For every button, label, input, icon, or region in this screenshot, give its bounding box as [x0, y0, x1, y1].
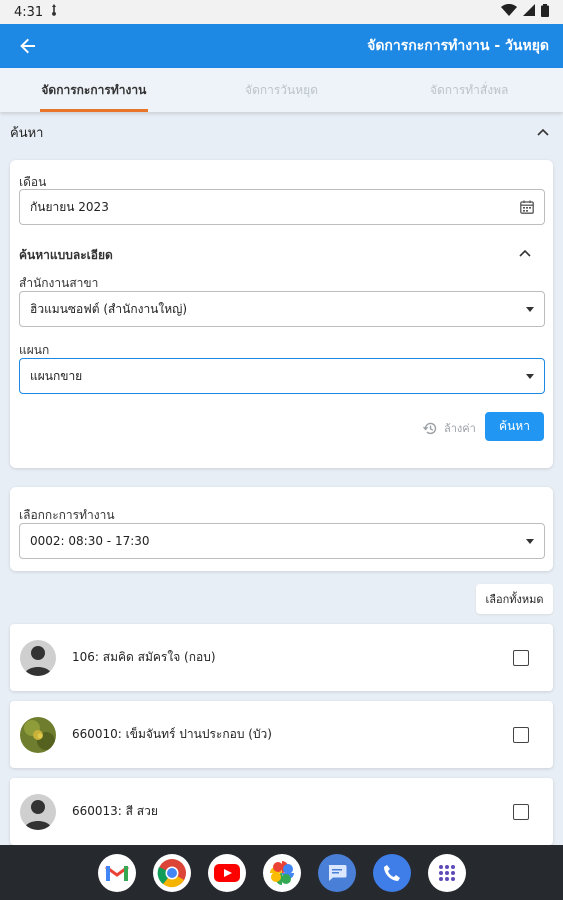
dropdown-arrow-icon — [526, 306, 534, 312]
back-button[interactable] — [16, 34, 40, 58]
branch-value: ฮิวแมนซอฟต์ (สำนักงานใหญ่) — [30, 301, 188, 316]
status-bar: 4:31 — [0, 0, 563, 24]
messages-icon[interactable] — [317, 853, 356, 892]
employee-row[interactable]: 106: สมคิด สมัครใจ (กอบ) — [10, 624, 553, 691]
select-all-button[interactable]: เลือกทั้งหมด — [476, 584, 553, 614]
youtube-icon[interactable] — [207, 853, 246, 892]
dropdown-arrow-icon — [526, 373, 534, 379]
search-button[interactable]: ค้นหา — [485, 412, 544, 441]
shift-select[interactable]: 0002: 08:30 - 17:30 — [19, 523, 545, 559]
tab-order-management[interactable]: จัดการทำสั่งพล — [375, 68, 563, 112]
reset-label: ล้างค่า — [444, 422, 476, 435]
employee-row[interactable]: 660010: เข็มจันทร์ ปานประกอบ (บัว) — [10, 701, 553, 768]
shift-card: เลือกกะการทำงาน 0002: 08:30 - 17:30 — [10, 487, 553, 571]
avatar — [20, 639, 56, 676]
branch-select[interactable]: ฮิวแมนซอฟต์ (สำนักงานใหญ่) — [19, 291, 545, 327]
search-section-title: ค้นหา — [10, 125, 44, 141]
search-section-header[interactable]: ค้นหา — [10, 118, 553, 146]
history-icon — [423, 422, 437, 434]
signal-icon — [523, 4, 535, 20]
employee-name: 660013: สี สวย — [72, 804, 158, 818]
advanced-search-label: ค้นหาแบบละเอียด — [19, 248, 113, 262]
employee-name: 660010: เข็มจันทร์ ปานประกอบ (บัว) — [72, 727, 272, 741]
app-drawer-icon[interactable] — [427, 853, 466, 892]
advanced-search-chevron-up-icon[interactable] — [519, 249, 531, 257]
month-value: กันยายน 2023 — [30, 199, 109, 214]
employee-name: 106: สมคิด สมัครใจ (กอบ) — [72, 650, 216, 664]
tab-holiday-management[interactable]: จัดการวันหยุด — [188, 68, 376, 112]
department-select[interactable]: แผนกขาย — [19, 358, 545, 394]
dropdown-arrow-icon — [526, 538, 534, 544]
employee-checkbox[interactable] — [513, 649, 529, 666]
chrome-icon[interactable] — [152, 853, 191, 892]
department-value: แผนกขาย — [30, 368, 83, 383]
battery-icon — [541, 3, 549, 21]
arrow-left-icon — [20, 38, 35, 54]
tab-bar: จัดการกะการทำงาน จัดการวันหยุด จัดการทำส… — [0, 68, 563, 112]
search-card: เดือน กันยายน 2023 ค้นหาแบบละเอียด สำนัก… — [10, 160, 553, 468]
calendar-icon — [520, 200, 534, 214]
employee-checkbox[interactable] — [513, 726, 529, 743]
tab-shift-management[interactable]: จัดการกะการทำงาน — [0, 68, 188, 112]
status-time: 4:31 — [14, 4, 44, 20]
chevron-up-icon — [537, 128, 549, 136]
reset-button[interactable]: ล้างค่า — [423, 419, 476, 437]
employee-checkbox[interactable] — [513, 803, 529, 820]
wifi-icon — [501, 3, 517, 20]
avatar — [20, 793, 56, 830]
photos-icon[interactable] — [262, 853, 301, 892]
phone-icon[interactable] — [372, 853, 411, 892]
app-bar: จัดการกะการทำงาน - วันหยุด — [0, 24, 563, 68]
employee-row[interactable]: 660013: สี สวย — [10, 778, 553, 845]
shift-value: 0002: 08:30 - 17:30 — [30, 534, 150, 548]
gmail-icon[interactable] — [97, 853, 136, 892]
usb-debug-icon — [49, 4, 59, 20]
avatar — [20, 716, 56, 753]
page-title: จัดการกะการทำงาน - วันหยุด — [367, 38, 549, 54]
dock — [0, 845, 563, 900]
month-field[interactable]: กันยายน 2023 — [19, 189, 545, 225]
